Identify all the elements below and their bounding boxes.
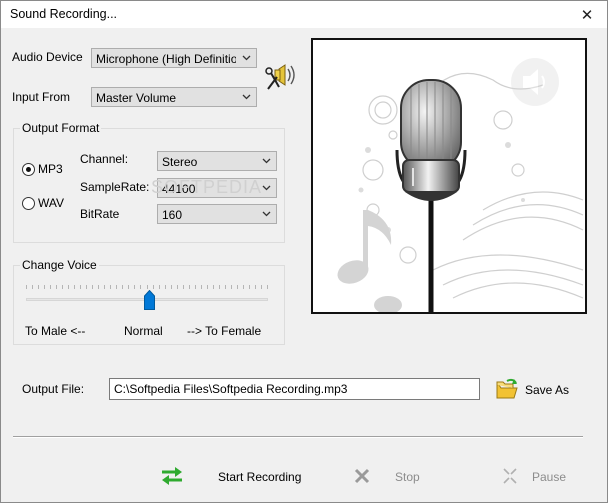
slider-tick <box>200 285 202 289</box>
chevron-down-icon <box>262 158 271 164</box>
stop-x-icon <box>354 468 370 484</box>
voice-slider[interactable] <box>26 285 268 311</box>
window-title: Sound Recording... <box>10 7 118 21</box>
save-as-button[interactable]: Save As <box>525 383 569 397</box>
slider-tick <box>152 285 154 289</box>
slider-tick <box>248 285 250 289</box>
slider-tick <box>62 285 64 289</box>
output-file-value: C:\Softpedia Files\Softpedia Recording.m… <box>114 382 348 396</box>
separator-highlight <box>13 437 583 438</box>
slider-thumb[interactable] <box>143 290 155 310</box>
channel-select[interactable]: Stereo <box>157 151 277 171</box>
slider-tick <box>68 285 70 289</box>
mp3-label[interactable]: MP3 <box>38 162 63 176</box>
input-from-label: Input From <box>12 90 71 104</box>
speaker-tuning-icon[interactable] <box>265 59 301 93</box>
slider-tick <box>128 285 130 289</box>
slider-tick <box>98 285 100 289</box>
slider-tick <box>158 285 160 289</box>
slider-tick <box>188 285 190 289</box>
slider-tick <box>224 285 226 289</box>
to-female-label: --> To Female <box>187 324 262 338</box>
stop-button[interactable]: Stop <box>395 470 420 484</box>
watermark-text: SOFTPEDIA <box>151 177 263 197</box>
channel-value: Stereo <box>162 155 198 169</box>
slider-tick <box>254 285 256 289</box>
slider-tick <box>86 285 88 289</box>
slider-tick <box>134 285 136 289</box>
chevron-down-icon <box>262 185 271 191</box>
samplerate-label: SampleRate: <box>80 180 150 194</box>
change-voice-title: Change Voice <box>20 258 99 272</box>
bitrate-label: BitRate <box>80 207 120 221</box>
sound-recording-window: Sound Recording... ✕ Audio Device Microp… <box>0 0 608 503</box>
slider-tick <box>267 285 268 289</box>
to-male-label: To Male <-- <box>25 324 86 338</box>
microphone-illustration <box>311 38 587 314</box>
normal-label: Normal <box>124 324 163 338</box>
slider-tick <box>56 285 58 289</box>
slider-tick <box>242 285 244 289</box>
slider-tick <box>212 285 214 289</box>
slider-tick <box>110 285 112 289</box>
channel-label: Channel: <box>80 152 129 166</box>
microphone-art <box>337 58 584 312</box>
input-from-select[interactable]: Master Volume <box>91 87 257 107</box>
input-from-value: Master Volume <box>96 91 177 105</box>
wav-radio[interactable] <box>22 197 35 210</box>
slider-tick <box>104 285 106 289</box>
slider-tick <box>80 285 82 289</box>
pause-arrows-icon <box>503 468 517 484</box>
chevron-down-icon <box>242 55 251 61</box>
bitrate-value: 160 <box>162 208 183 222</box>
chevron-down-icon <box>262 211 271 217</box>
slider-tick <box>140 285 142 289</box>
slider-tick <box>74 285 76 289</box>
slider-tick <box>92 285 94 289</box>
slider-tick <box>164 285 166 289</box>
wav-label[interactable]: WAV <box>38 196 64 210</box>
output-file-label: Output File: <box>22 382 85 396</box>
folder-open-icon[interactable] <box>495 377 519 401</box>
close-icon[interactable]: ✕ <box>567 1 607 28</box>
audio-device-value: Microphone (High Definition A <box>96 52 236 66</box>
slider-tick <box>194 285 196 289</box>
audio-device-label: Audio Device <box>12 50 83 64</box>
slider-tick <box>170 285 172 289</box>
slider-tick <box>182 285 184 289</box>
audio-device-select[interactable]: Microphone (High Definition A <box>91 48 257 68</box>
slider-tick <box>32 285 34 289</box>
slider-tick <box>116 285 118 289</box>
slider-tick <box>236 285 238 289</box>
mp3-radio[interactable] <box>22 163 35 176</box>
slider-tick <box>38 285 40 289</box>
title-bar: Sound Recording... ✕ <box>1 1 607 28</box>
slider-tick <box>260 285 262 289</box>
chevron-down-icon <box>242 94 251 100</box>
slider-tick <box>206 285 208 289</box>
output-format-title: Output Format <box>20 121 102 135</box>
start-recording-button[interactable]: Start Recording <box>218 470 301 484</box>
slider-tick <box>218 285 220 289</box>
output-file-input[interactable]: C:\Softpedia Files\Softpedia Recording.m… <box>109 378 480 400</box>
slider-tick <box>146 285 148 289</box>
slider-tick <box>176 285 178 289</box>
slider-tick <box>230 285 232 289</box>
bitrate-select[interactable]: 160 <box>157 204 277 224</box>
slider-tick <box>26 285 27 289</box>
pause-button[interactable]: Pause <box>532 470 566 484</box>
slider-tick <box>50 285 52 289</box>
swap-arrows-icon[interactable] <box>159 465 185 487</box>
slider-tick <box>44 285 46 289</box>
slider-tick <box>122 285 124 289</box>
